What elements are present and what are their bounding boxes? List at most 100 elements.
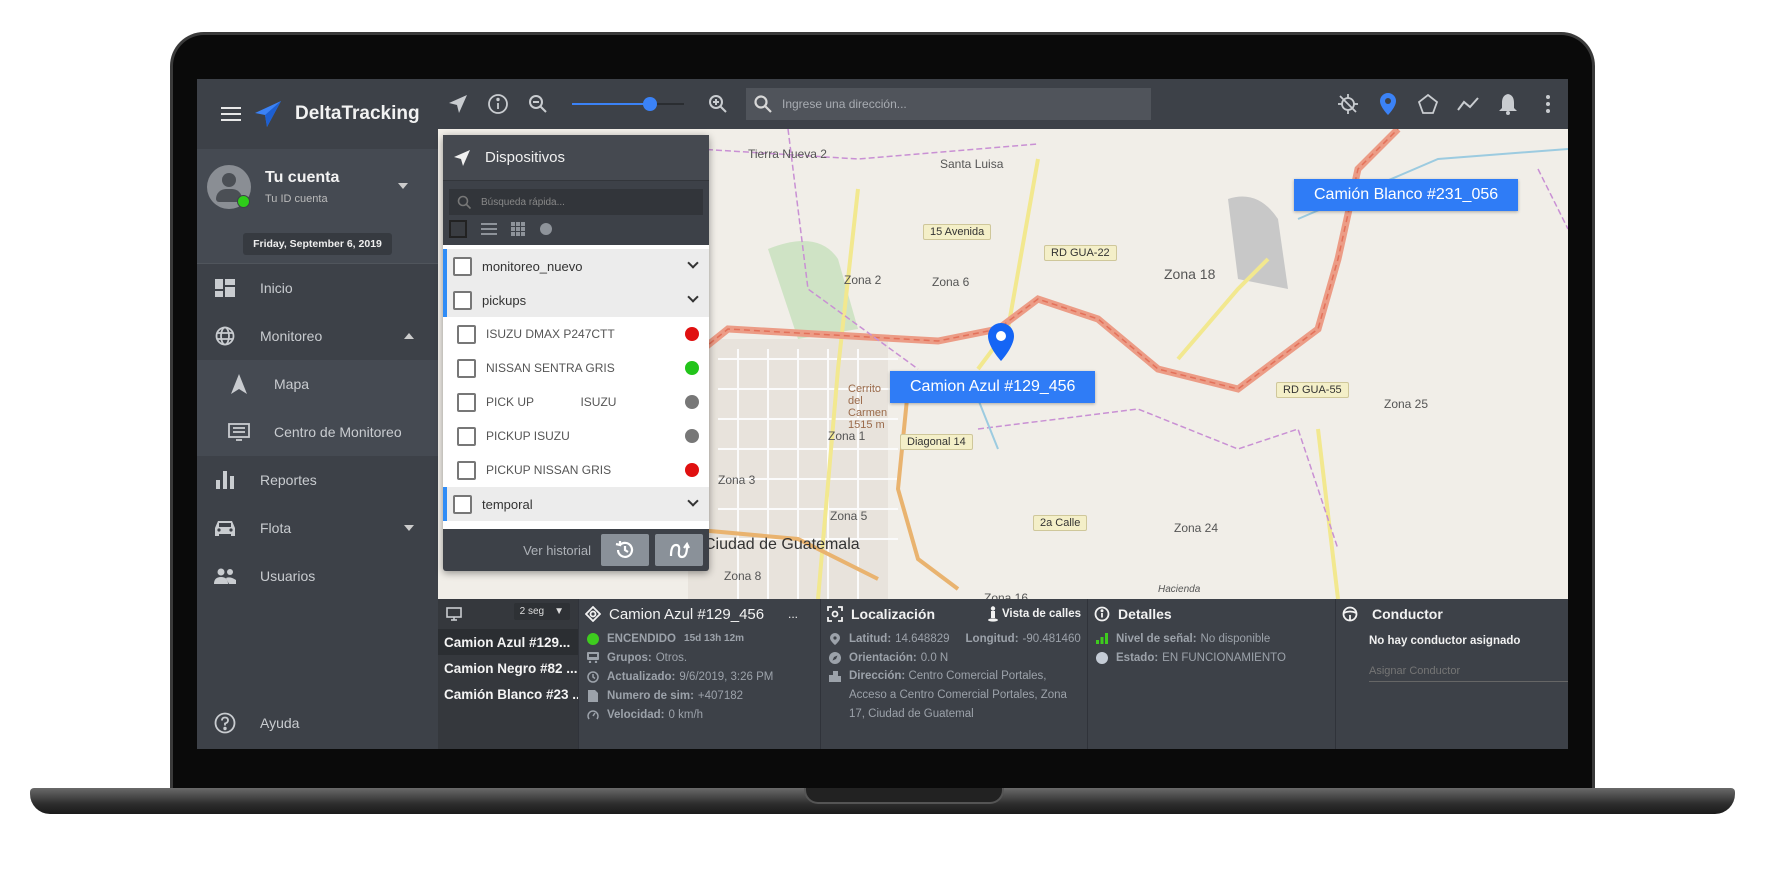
sidebar-item-usuarios[interactable]: Usuarios	[197, 552, 438, 600]
group-row[interactable]: pickups	[443, 283, 709, 317]
group-row[interactable]: monitoreo_nuevo	[443, 249, 709, 283]
routes-button[interactable]	[1448, 79, 1488, 129]
help-link[interactable]: Ayuda	[197, 703, 438, 743]
caret-down-icon: ▼	[554, 606, 564, 617]
device-name: ISUZU DMAX P247CTT	[486, 327, 615, 341]
group-checkbox[interactable]	[453, 256, 472, 276]
history-button[interactable]	[601, 534, 649, 566]
device-row[interactable]: ISUZU DMAX P247CTT	[443, 317, 709, 351]
assign-driver-input[interactable]	[1369, 661, 1568, 682]
device-row[interactable]: NISSAN SENTRA GRIS	[443, 351, 709, 385]
vehicle-marker-pin[interactable]	[988, 323, 1014, 361]
zoom-in-button[interactable]	[698, 79, 738, 129]
account-switcher[interactable]: Tu cuenta Tu ID cuenta	[197, 149, 438, 224]
zoom-slider-handle[interactable]	[643, 97, 658, 111]
map-label: Zona 8	[724, 569, 762, 583]
group-name: temporal	[482, 496, 533, 512]
sidebar-item-flota[interactable]: Flota	[197, 504, 438, 552]
field-value: No disponible	[1200, 632, 1271, 645]
sidebar-item-centro-de-monitoreo[interactable]: Centro de Monitoreo	[197, 408, 438, 456]
status-value: ENCENDIDO	[607, 632, 677, 645]
sidebar-item-mapa[interactable]: Mapa	[197, 360, 438, 408]
status-filter-icon[interactable]	[539, 222, 553, 236]
chevron-down-icon	[404, 525, 414, 531]
map-label: Ciudad de Guatemala	[704, 536, 860, 553]
device-checkbox[interactable]	[457, 358, 476, 378]
zoom-in-icon	[709, 95, 727, 113]
chevron-down-icon[interactable]	[398, 183, 408, 189]
vehicle-marker-label[interactable]: Camion Azul #129_456	[890, 371, 1096, 403]
device-row[interactable]: PICK UP ISUZU	[443, 385, 709, 419]
driver-title: Conductor	[1372, 606, 1443, 622]
device-row[interactable]: PICKUP NISSAN GRIS	[443, 453, 709, 487]
laptop-notch	[804, 788, 1004, 804]
devices-search[interactable]	[449, 189, 703, 215]
route-replay-button[interactable]	[655, 534, 703, 566]
group-row[interactable]: temporal	[443, 487, 709, 521]
details-header: Detalles	[1088, 599, 1335, 629]
device-checkbox[interactable]	[457, 426, 476, 446]
address-search-input[interactable]	[782, 97, 1122, 111]
grid-view-icon[interactable]	[511, 222, 525, 236]
group-checkbox[interactable]	[453, 494, 472, 514]
history-icon	[615, 541, 634, 558]
map-toolbar	[438, 79, 1568, 129]
group-checkbox[interactable]	[453, 290, 472, 310]
notifications-button[interactable]	[1488, 79, 1528, 129]
zoom-slider[interactable]	[572, 94, 684, 114]
device-name: NISSAN SENTRA GRIS	[486, 361, 615, 375]
building-icon	[829, 670, 841, 682]
vehicle-menu-button[interactable]: ...	[788, 607, 798, 621]
chevron-down-icon[interactable]	[687, 291, 699, 303]
chevron-down-icon[interactable]	[687, 495, 699, 507]
devices-title: Dispositivos	[485, 149, 566, 166]
device-status-dot	[685, 395, 699, 409]
markers-button[interactable]	[1368, 79, 1408, 129]
sidebar-item-inicio[interactable]: Inicio	[197, 264, 438, 312]
vehicle-list-item[interactable]: Camion Negro #82 ...	[438, 655, 578, 681]
field-value: 0.0 N	[920, 651, 949, 664]
devices-search-input[interactable]	[481, 196, 681, 208]
updated-row: Actualizado: 9/6/2019, 3:26 PM	[579, 667, 820, 686]
dashboard-icon	[214, 277, 236, 299]
vehicle-list-item[interactable]: Camión Blanco #23 ...	[438, 681, 578, 707]
zoom-out-button[interactable]	[518, 79, 558, 129]
chevron-down-icon[interactable]	[687, 257, 699, 269]
map-label: Zona 2	[844, 273, 882, 287]
device-name: PICKUP ISUZU	[486, 429, 570, 443]
device-name: PICKUP NISSAN GRIS	[486, 463, 612, 477]
vehicle-marker-label[interactable]: Camión Blanco #231_056	[1294, 179, 1519, 211]
device-row[interactable]: PICKUP ISUZU	[443, 419, 709, 453]
list-view-icon[interactable]	[481, 223, 497, 235]
sidebar-item-reportes[interactable]: Reportes	[197, 456, 438, 504]
device-checkbox[interactable]	[457, 460, 476, 480]
locate-button[interactable]	[438, 79, 478, 129]
refresh-interval-select[interactable]: 2 seg ▼	[513, 603, 570, 620]
users-icon	[214, 565, 236, 587]
map-label: Zona 1	[828, 429, 866, 443]
sim-card-icon	[587, 689, 599, 702]
speedometer-icon	[587, 709, 599, 721]
monitor-icon[interactable]	[446, 607, 462, 621]
field-label: Numero de sim:	[607, 689, 694, 702]
address-search[interactable]	[746, 88, 1151, 120]
sidebar-item-label: Inicio	[260, 280, 293, 296]
more-options-button[interactable]	[1528, 79, 1568, 129]
device-checkbox[interactable]	[457, 392, 476, 412]
sidebar-item-label: Centro de Monitoreo	[274, 424, 402, 440]
gps-off-button[interactable]	[1328, 79, 1368, 129]
signal-row: Nivel de señal: No disponible	[1088, 629, 1335, 648]
device-name: PICK UP ISUZU	[486, 395, 617, 409]
sidebar-item-monitoreo[interactable]: Monitoreo	[197, 312, 438, 360]
menu-icon[interactable]	[221, 107, 241, 121]
more-vertical-icon	[1546, 95, 1550, 113]
street-view-link[interactable]: Vista de calles	[987, 606, 1081, 622]
devices-header: Dispositivos	[443, 135, 709, 181]
location-focus-icon	[827, 606, 843, 622]
vehicle-list-item[interactable]: Camion Azul #129...	[438, 629, 578, 655]
geofence-button[interactable]	[1408, 79, 1448, 129]
select-all-checkbox[interactable]	[449, 220, 467, 238]
app-screen: DeltaTracking Tu cuenta Tu ID cuenta Fri…	[197, 79, 1568, 749]
device-checkbox[interactable]	[457, 324, 476, 344]
info-button[interactable]	[478, 79, 518, 129]
